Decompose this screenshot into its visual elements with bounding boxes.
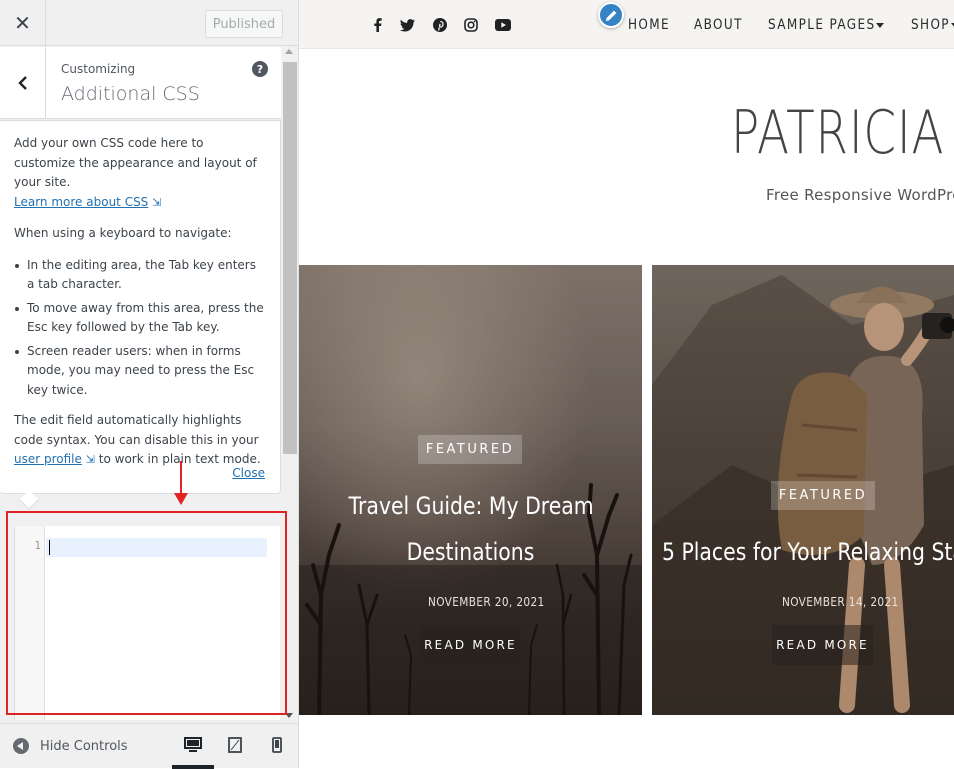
close-help-link[interactable]: Close [232,464,265,484]
post-title-line: 5 Places for Your Relaxing Stay [662,538,954,566]
css-help-panel: Add your own CSS code here to customize … [0,120,281,494]
annotation-arrow-head [174,493,188,505]
annotation-arrow [180,461,182,495]
syntax-note-text: The edit field automatically highlights … [14,413,259,447]
read-more-button[interactable]: READ MORE [420,625,521,665]
external-link-icon: ⇲ [85,453,95,466]
close-customizer-button[interactable]: ✕ [0,0,46,46]
site-header: HOME ABOUT SAMPLE PAGES SHOP [299,0,954,49]
hide-controls-label: Hide Controls [40,738,128,754]
collapse-arrow-icon [13,738,29,754]
tablet-preview-icon[interactable] [228,737,242,753]
list-item: In the editing area, the Tab key enters … [14,256,266,295]
close-icon: ✕ [14,11,31,35]
post-title-line: Destinations [406,538,535,566]
nav-sample-pages[interactable]: SAMPLE PAGES [768,17,876,33]
chevron-left-icon [17,76,27,90]
keyboard-tips-list: In the editing area, the Tab key enters … [14,256,266,401]
featured-post-card[interactable]: FEATURED Travel Guide: My Dream Destinat… [299,265,642,715]
site-tagline: Free Responsive WordPre [766,186,954,204]
edit-shortcut-button[interactable] [598,2,624,28]
desktop-preview-icon[interactable] [184,737,202,753]
pinterest-icon[interactable] [431,16,449,34]
user-profile-link[interactable]: user profile [14,452,82,466]
hide-controls-button[interactable]: Hide Controls [13,738,128,754]
customizing-label: Customizing [61,62,136,76]
help-intro: Add your own CSS code here to customize … [14,134,266,212]
text-cursor [49,540,50,555]
post-title-line: Travel Guide: My Dream [348,492,594,520]
keyboard-heading: When using a keyboard to navigate: [14,226,232,240]
chevron-down-icon [876,23,884,28]
external-link-icon: ⇲ [152,195,162,209]
help-icon[interactable]: ? [252,61,268,77]
publish-button[interactable]: Published [205,10,283,38]
post-date: NOVEMBER 14, 2021 [781,595,899,609]
twitter-icon[interactable] [398,16,416,34]
active-device-indicator [172,765,214,769]
post-date: NOVEMBER 20, 2021 [427,595,545,609]
section-header: Customizing Additional CSS ? [0,47,281,119]
post-title[interactable]: Travel Guide: My Dream Destinations [348,483,594,575]
line-number-gutter: 1 [15,526,45,720]
scroll-up-icon[interactable] [285,49,293,54]
read-more-button[interactable]: READ MORE [772,625,873,665]
list-item: Screen reader users: when in forms mode,… [14,342,266,401]
scroll-thumb[interactable] [283,62,297,454]
facebook-icon[interactable] [369,16,387,34]
scroll-down-icon[interactable] [285,713,293,718]
learn-more-css-link[interactable]: Learn more about CSS [14,195,148,209]
syntax-note: The edit field automatically highlights … [14,411,266,470]
featured-badge: FEATURED [771,481,875,510]
active-line[interactable] [46,538,267,557]
site-preview: HOME ABOUT SAMPLE PAGES SHOP PATRICIA L … [299,0,954,768]
customizer-header: ✕ Published [0,0,298,46]
customizer-footer: Hide Controls [0,723,298,769]
back-button[interactable] [0,47,46,119]
help-intro-text: Add your own CSS code here to customize … [14,136,257,189]
youtube-icon[interactable] [494,16,512,34]
nav-home[interactable]: HOME [628,17,670,33]
mobile-preview-icon[interactable] [272,737,282,753]
nav-shop[interactable]: SHOP [911,17,950,33]
list-item: To move away from this area, press the E… [14,299,266,338]
nav-about[interactable]: ABOUT [694,17,743,33]
customizer-panel: ✕ Published Customizing Additional CSS ?… [0,0,299,769]
section-title: Additional CSS [61,83,200,105]
post-title[interactable]: 5 Places for Your Relaxing Stay [662,529,954,575]
editor-top-border [8,513,280,525]
panel-scrollbar[interactable] [281,47,298,722]
line-number: 1 [34,539,41,552]
featured-badge: FEATURED [418,435,522,464]
featured-post-card[interactable]: FEATURED 5 Places for Your Relaxing Stay… [652,265,954,715]
instagram-icon[interactable] [462,16,480,34]
pencil-icon [605,10,616,21]
css-code-editor[interactable]: 1 [14,526,280,720]
site-title[interactable]: PATRICIA L [731,98,954,168]
